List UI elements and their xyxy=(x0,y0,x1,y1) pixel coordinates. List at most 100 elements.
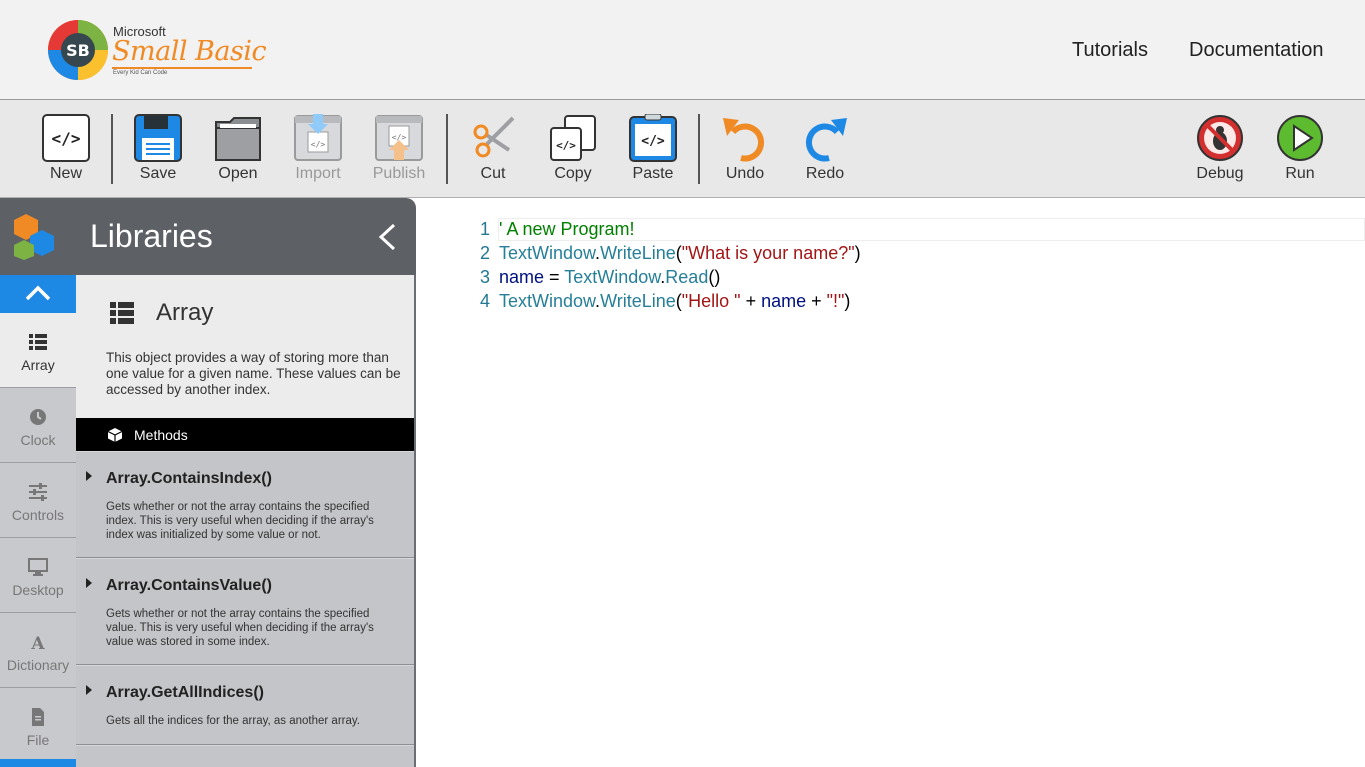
code-text: ' A new Program! xyxy=(499,219,635,240)
methods-header: Methods xyxy=(76,418,414,451)
method-name: Array.GetAllIndices() xyxy=(106,684,264,701)
import-button[interactable]: </> Import xyxy=(278,114,358,194)
paste-label: Paste xyxy=(632,165,674,182)
code-editor[interactable]: 1 ' A new Program! 2 TextWindow.WriteLine("… xyxy=(418,198,1365,767)
method-item[interactable]: Array.ContainsValue() Gets whether or no… xyxy=(76,558,414,665)
tab-label: Controls xyxy=(11,507,65,523)
svg-text:</>: </> xyxy=(311,140,326,149)
code-text: TextWindow.WriteLine("What is your name?… xyxy=(499,243,861,264)
publish-icon: </> xyxy=(375,115,423,161)
methods-label: Methods xyxy=(134,427,188,443)
code-token: ) xyxy=(844,291,851,311)
copy-button[interactable]: </> Copy xyxy=(533,114,613,194)
file-icon xyxy=(32,708,44,726)
paste-button[interactable]: </> Paste xyxy=(613,114,693,194)
expand-triangle-icon xyxy=(86,471,92,481)
expand-triangle-icon xyxy=(86,578,92,588)
redo-arrow-icon xyxy=(805,118,847,162)
method-item[interactable]: Array.GetAllIndices() Gets all the indic… xyxy=(76,665,414,745)
tab-dictionary[interactable]: A Dictionary xyxy=(0,613,76,688)
tab-array[interactable]: Array xyxy=(0,313,76,388)
chevron-up-icon xyxy=(25,285,51,301)
run-label: Run xyxy=(1285,165,1315,182)
expand-triangle-icon xyxy=(86,685,92,695)
tab-clock[interactable]: Clock xyxy=(0,388,76,463)
redo-label: Redo xyxy=(805,165,845,182)
code-token: TextWindow xyxy=(499,291,596,311)
library-tabs: Array Clock Controls Desktop A Dictionar… xyxy=(0,275,76,767)
tab-file[interactable]: File xyxy=(0,688,76,763)
debug-button[interactable]: Debug xyxy=(1180,114,1260,194)
tabs-scroll-up-button[interactable] xyxy=(0,275,76,313)
code-token: + xyxy=(740,291,762,311)
collapse-chevron-left-icon[interactable] xyxy=(374,222,400,252)
undo-button[interactable]: Undo xyxy=(705,114,785,194)
tab-label: Dictionary xyxy=(6,657,70,673)
svg-text:SB: SB xyxy=(66,41,90,60)
object-name: Array xyxy=(156,299,214,326)
libraries-cubes-icon xyxy=(14,214,54,260)
toolbar: </> New Save Open </> Import </> Publish… xyxy=(0,100,1365,198)
method-description: Gets whether or not the array contains t… xyxy=(106,608,374,648)
svg-text:</>: </> xyxy=(52,129,81,148)
method-name: Array.ContainsIndex() xyxy=(106,470,272,487)
save-button[interactable]: Save xyxy=(118,114,198,194)
tab-label: Clock xyxy=(20,432,56,448)
nav-documentation-link[interactable]: Documentation xyxy=(1189,39,1324,62)
nav-tutorials-link[interactable]: Tutorials xyxy=(1072,39,1148,62)
code-text: TextWindow.WriteLine("Hello " + name + "… xyxy=(499,291,850,312)
new-file-icon: </> xyxy=(42,114,90,162)
cut-button[interactable]: Cut xyxy=(453,114,533,194)
run-button[interactable]: Run xyxy=(1260,114,1340,194)
publish-button[interactable]: </> Publish xyxy=(359,114,439,194)
libraries-header: Libraries xyxy=(0,198,416,275)
cut-label: Cut xyxy=(480,165,506,182)
svg-text:</>: </> xyxy=(556,139,576,152)
sliders-icon xyxy=(29,483,47,501)
line-number: 4 xyxy=(479,291,490,311)
toolbar-separator xyxy=(111,114,113,184)
tab-label: Array xyxy=(21,357,55,373)
logo-mark-icon: SB xyxy=(48,20,108,80)
object-description: This object provides a way of storing mo… xyxy=(106,350,401,397)
new-label: New xyxy=(49,165,82,182)
method-item[interactable]: Array.ContainsIndex() Gets whether or no… xyxy=(76,451,414,558)
paste-clipboard-icon: </> xyxy=(629,114,677,162)
code-token: + xyxy=(806,291,827,311)
small-basic-logo[interactable]: SB Microsoft Small Basic Every Kid Can C… xyxy=(46,18,276,84)
toolbar-separator xyxy=(446,114,448,184)
monitor-icon xyxy=(28,558,48,576)
run-play-icon xyxy=(1277,115,1323,161)
code-text: name = TextWindow.Read() xyxy=(499,267,720,288)
new-button[interactable]: </> New xyxy=(26,114,106,194)
tabs-scroll-down-button[interactable] xyxy=(0,759,76,767)
method-item[interactable] xyxy=(76,745,414,767)
line-number: 1 xyxy=(479,219,490,239)
code-token: name xyxy=(499,267,545,287)
code-token: name xyxy=(761,291,807,311)
code-token: ) xyxy=(854,243,861,263)
import-icon: </> xyxy=(294,114,342,161)
redo-button[interactable]: Redo xyxy=(785,114,865,194)
code-token: WriteLine xyxy=(600,243,676,263)
open-button[interactable]: Open xyxy=(198,114,278,194)
object-header: Array This object provides a way of stor… xyxy=(76,275,414,418)
list-icon xyxy=(29,334,47,350)
svg-text:A: A xyxy=(30,634,45,651)
code-token: TextWindow xyxy=(499,243,596,263)
publish-label: Publish xyxy=(372,165,426,182)
undo-label: Undo xyxy=(725,165,765,182)
code-token: = xyxy=(544,267,565,287)
tab-controls[interactable]: Controls xyxy=(0,463,76,538)
copy-icon: </> xyxy=(550,115,596,161)
logo-tagline: Every Kid Can Code xyxy=(113,70,168,76)
open-folder-icon xyxy=(215,117,261,161)
tab-label: File xyxy=(26,732,50,748)
tab-desktop[interactable]: Desktop xyxy=(0,538,76,613)
import-label: Import xyxy=(295,165,341,182)
scissors-icon xyxy=(473,116,515,158)
tab-label: Desktop xyxy=(12,582,64,598)
code-token: Read xyxy=(665,267,709,287)
logo-underline xyxy=(112,67,252,69)
libraries-title: Libraries xyxy=(90,218,213,254)
